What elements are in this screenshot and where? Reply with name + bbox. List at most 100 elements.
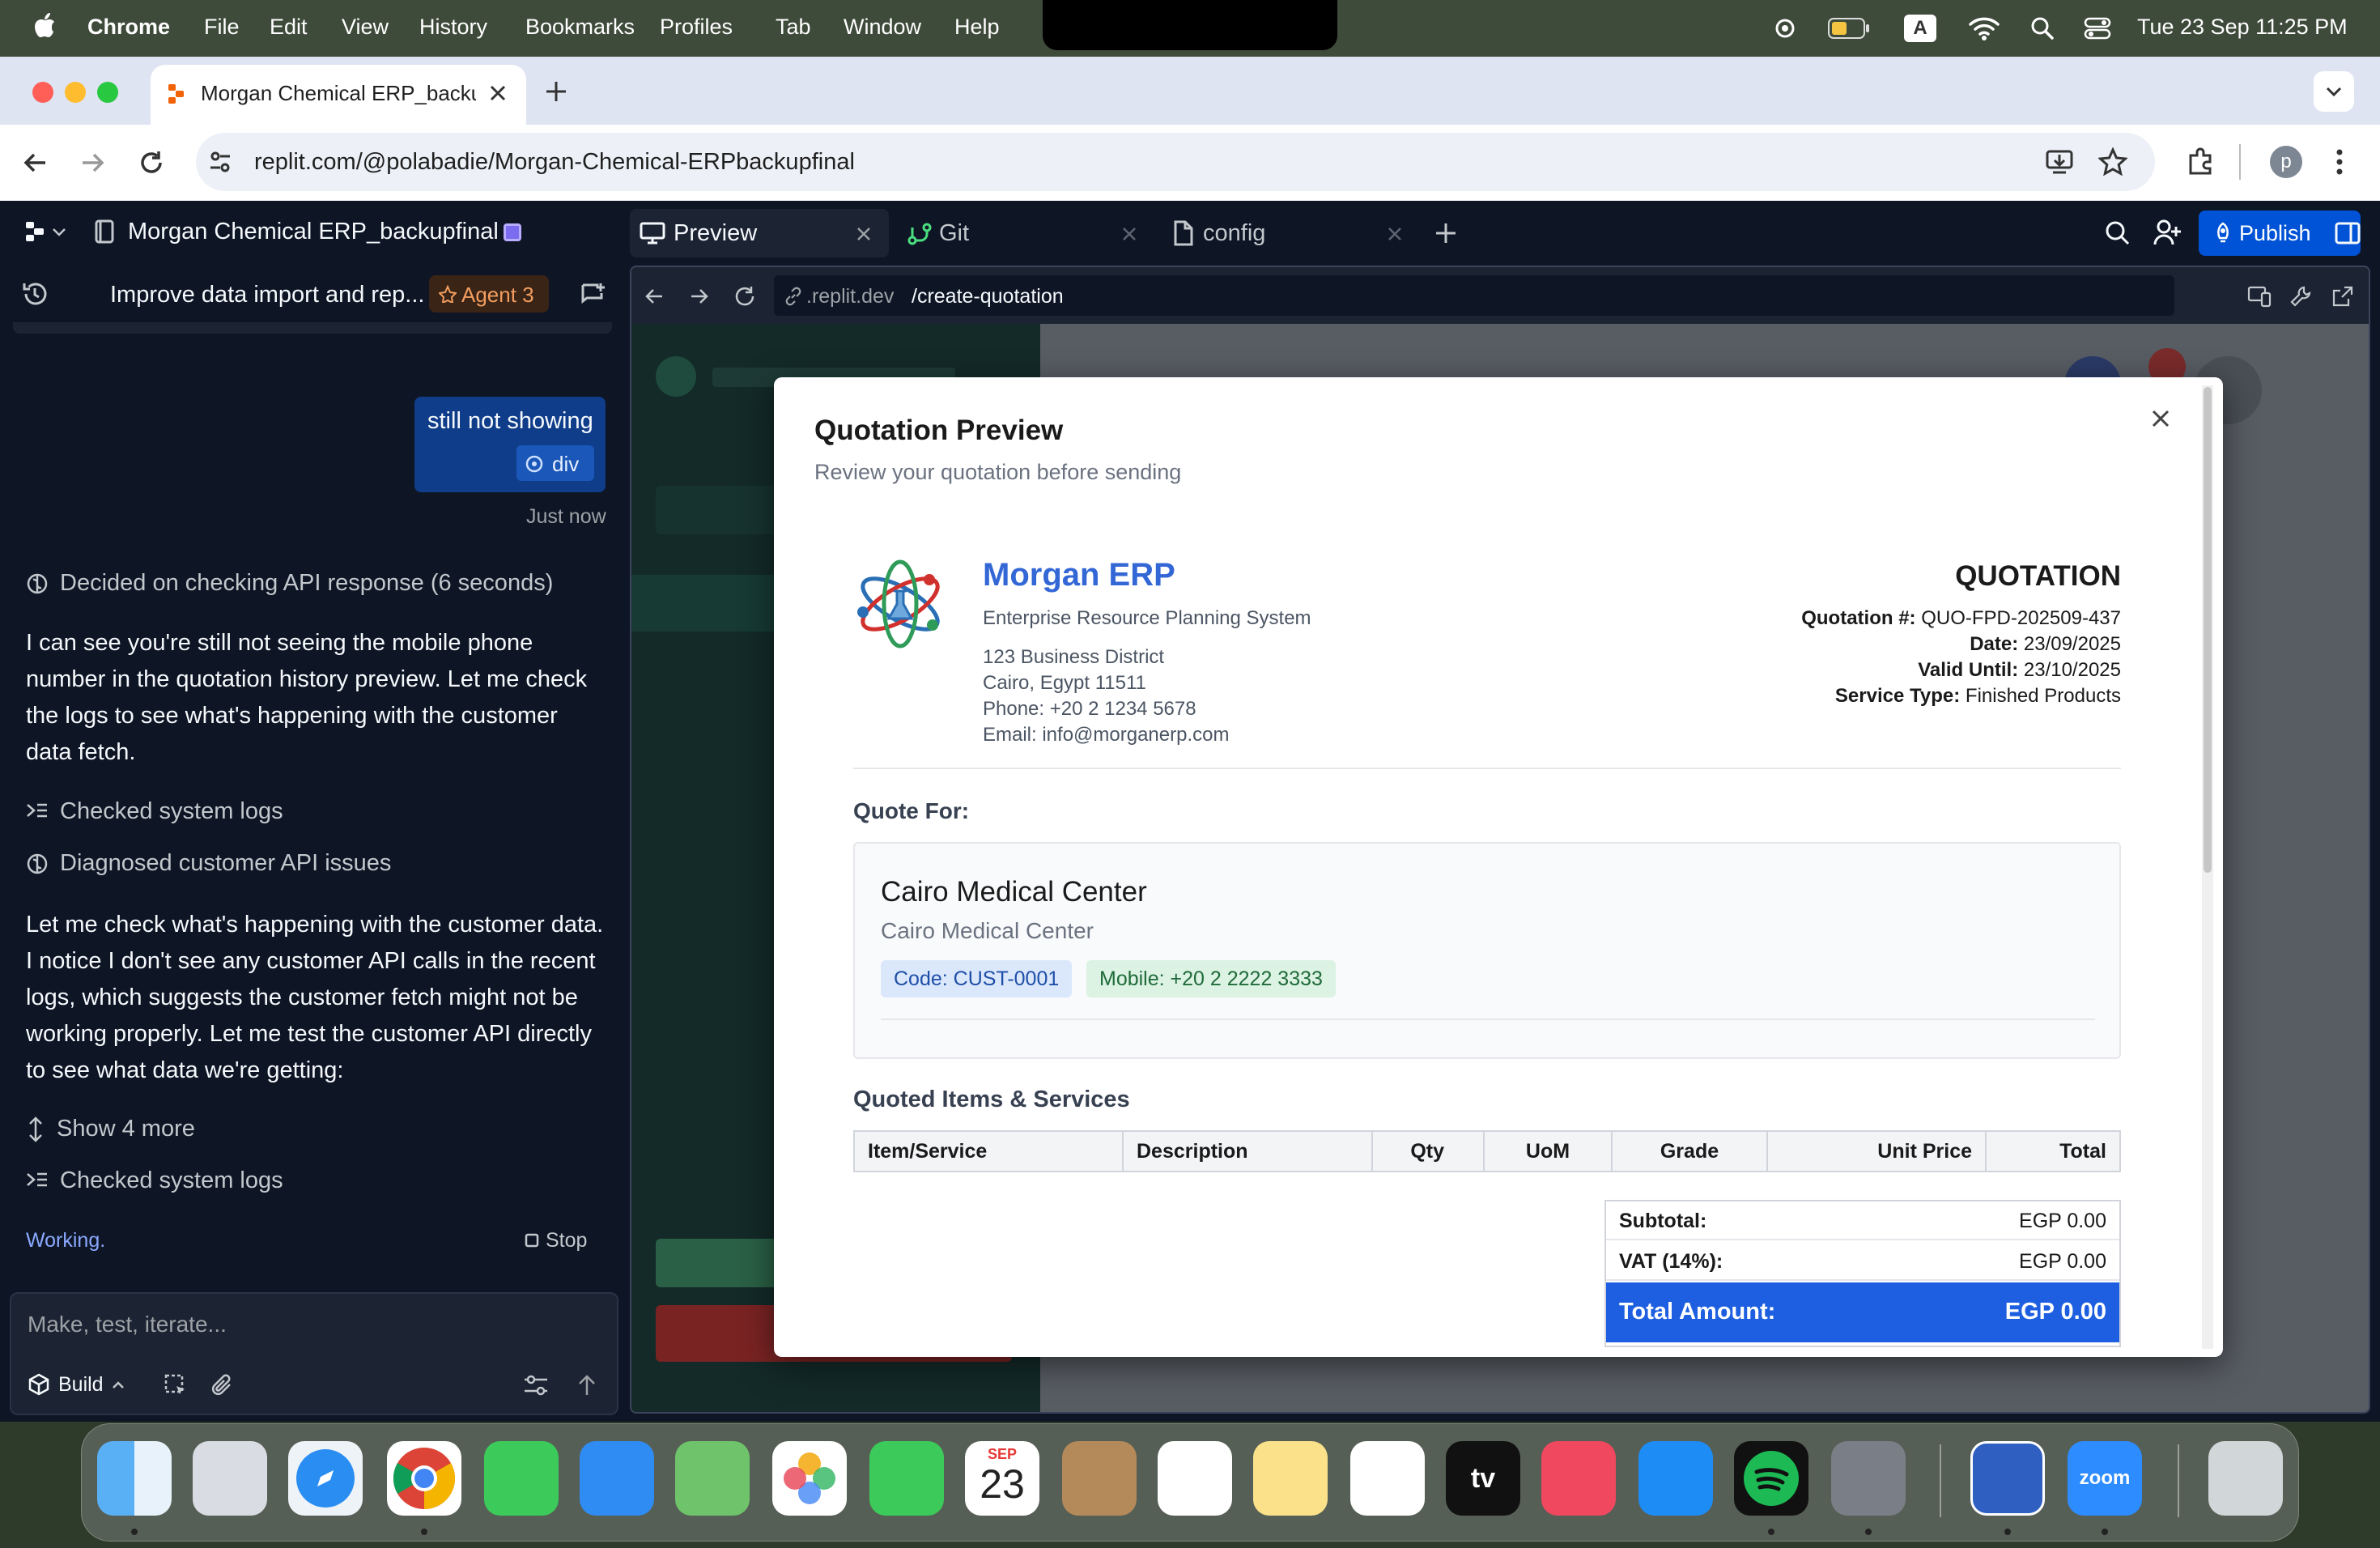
close-tab-icon[interactable] [489,84,507,102]
preview-reload-icon[interactable] [733,285,756,308]
agent-step-diagnosed[interactable]: Diagnosed customer API issues [26,850,391,877]
stop-button[interactable]: Stop [525,1227,587,1253]
toggle-panel-icon[interactable] [2335,222,2361,245]
safari-icon[interactable] [288,1441,363,1516]
send-arrow-icon[interactable] [575,1373,599,1397]
close-icon[interactable] [1388,227,1402,241]
history-icon[interactable] [21,280,49,308]
preview-app-icon[interactable] [1970,1441,2045,1516]
menubar-clock[interactable]: Tue 23 Sep 11:25 PM [2137,15,2348,40]
agent-step-logs-1[interactable]: Checked system logs [26,798,283,825]
preview-back-icon[interactable] [643,285,665,308]
back-icon[interactable] [21,149,49,176]
bookmark-star-icon[interactable] [2098,147,2127,176]
tab-git[interactable]: Git [899,209,1141,257]
zoom-icon[interactable]: zoom [2068,1441,2142,1516]
settings-sliders-icon[interactable] [523,1373,549,1397]
reload-icon[interactable] [138,149,165,176]
valid-until: 23/10/2025 [2023,659,2121,681]
battery-icon[interactable] [1828,18,1870,39]
thread-title[interactable]: Improve data import and rep... [110,282,424,308]
freeform-icon[interactable] [1350,1441,1425,1516]
window-close-button[interactable] [32,82,53,103]
photos-icon[interactable] [772,1441,847,1516]
replit-logo-icon[interactable] [24,220,47,243]
messages-icon[interactable] [484,1441,559,1516]
add-tab-icon[interactable] [1434,222,1457,245]
browser-tab-active[interactable]: Morgan Chemical ERP_backu [151,65,526,125]
window-minimize-button[interactable] [65,82,86,103]
forward-icon[interactable] [79,149,107,176]
menu-app-name[interactable]: Chrome [87,15,170,40]
launchpad-icon[interactable] [193,1441,267,1516]
menu-history[interactable]: History [419,15,487,40]
window-zoom-button[interactable] [97,82,118,103]
invite-user-icon[interactable] [2153,219,2182,246]
spotify-icon[interactable] [1734,1441,1808,1516]
search-icon[interactable] [2105,220,2131,246]
install-app-icon[interactable] [2045,147,2074,176]
input-source-indicator[interactable]: A [1904,15,1936,42]
menu-window[interactable]: Window [844,15,921,40]
chevron-down-icon[interactable] [52,227,66,238]
wrench-icon[interactable] [2289,285,2312,308]
tab-config[interactable]: config [1166,209,1409,257]
agent-input-field[interactable]: Make, test, iterate... [28,1312,227,1337]
chrome-menu-icon[interactable] [2333,147,2346,176]
mail-icon[interactable] [580,1441,654,1516]
settings-status-icon[interactable] [1773,16,1797,40]
preview-forward-icon[interactable] [688,285,711,308]
close-icon[interactable] [1122,227,1137,241]
chrome-icon[interactable] [387,1441,461,1516]
notes-icon[interactable] [1253,1441,1328,1516]
select-element-icon[interactable] [164,1373,188,1397]
extensions-icon[interactable] [2186,146,2216,176]
modal-scrollbar-thumb[interactable] [2204,387,2212,873]
calendar-icon[interactable]: SEP 23 [965,1441,1039,1516]
new-tab-icon[interactable] [544,79,568,104]
menu-view[interactable]: View [342,15,389,40]
maps-icon[interactable] [675,1441,750,1516]
devices-icon[interactable] [2247,285,2272,308]
reminders-icon[interactable] [1158,1441,1232,1516]
wifi-icon[interactable] [1969,16,2000,40]
control-center-icon[interactable] [2084,16,2111,40]
url-text[interactable]: replit.com/@polabadie/Morgan-Chemical-ER… [254,149,855,176]
new-chat-icon[interactable] [580,282,606,308]
attach-icon[interactable] [210,1373,235,1397]
agent-message-1: I can see you're still not seeing the mo… [26,630,588,765]
preview-url-bar[interactable]: .replit.dev /create-quotation [774,275,2174,316]
menu-help[interactable]: Help [954,15,1000,40]
trash-icon[interactable] [2208,1441,2283,1516]
close-modal-icon[interactable] [2150,408,2171,429]
site-info-icon[interactable] [207,149,233,175]
agent-step-decided[interactable]: Decided on checking API response (6 seco… [26,570,553,597]
menu-edit[interactable]: Edit [270,15,308,40]
contacts-icon[interactable] [1062,1441,1137,1516]
apple-icon[interactable] [32,11,57,40]
build-mode-button[interactable]: Build [28,1368,125,1401]
menu-tab[interactable]: Tab [776,15,811,40]
facetime-icon[interactable] [869,1441,944,1516]
spotlight-search-icon[interactable] [2030,16,2055,40]
system-settings-icon[interactable] [1831,1441,1906,1516]
element-chip[interactable]: div [516,445,594,481]
finder-icon[interactable] [97,1441,172,1516]
tab-search-button[interactable] [2314,71,2354,112]
menu-profiles[interactable]: Profiles [660,15,733,40]
profile-avatar[interactable]: p [2270,146,2302,178]
close-icon[interactable] [856,227,871,241]
show-more-button[interactable]: Show 4 more [26,1116,195,1142]
open-new-window-icon[interactable] [2331,285,2354,308]
music-icon[interactable] [1541,1441,1616,1516]
menu-bookmarks[interactable]: Bookmarks [525,15,635,40]
project-name[interactable]: Morgan Chemical ERP_backupfinal [128,219,499,245]
modal-scrollbar-track[interactable] [2202,385,2213,1349]
agent-step-logs-2[interactable]: Checked system logs [26,1167,283,1194]
tab-preview[interactable]: Preview [630,209,889,257]
app-store-icon[interactable] [1638,1441,1713,1516]
company-phone: Phone: +20 2 1234 5678 [983,698,1196,720]
menu-file[interactable]: File [204,15,240,40]
apple-tv-icon[interactable]: tv [1446,1441,1520,1516]
address-bar[interactable]: replit.com/@polabadie/Morgan-Chemical-ER… [196,133,2155,191]
